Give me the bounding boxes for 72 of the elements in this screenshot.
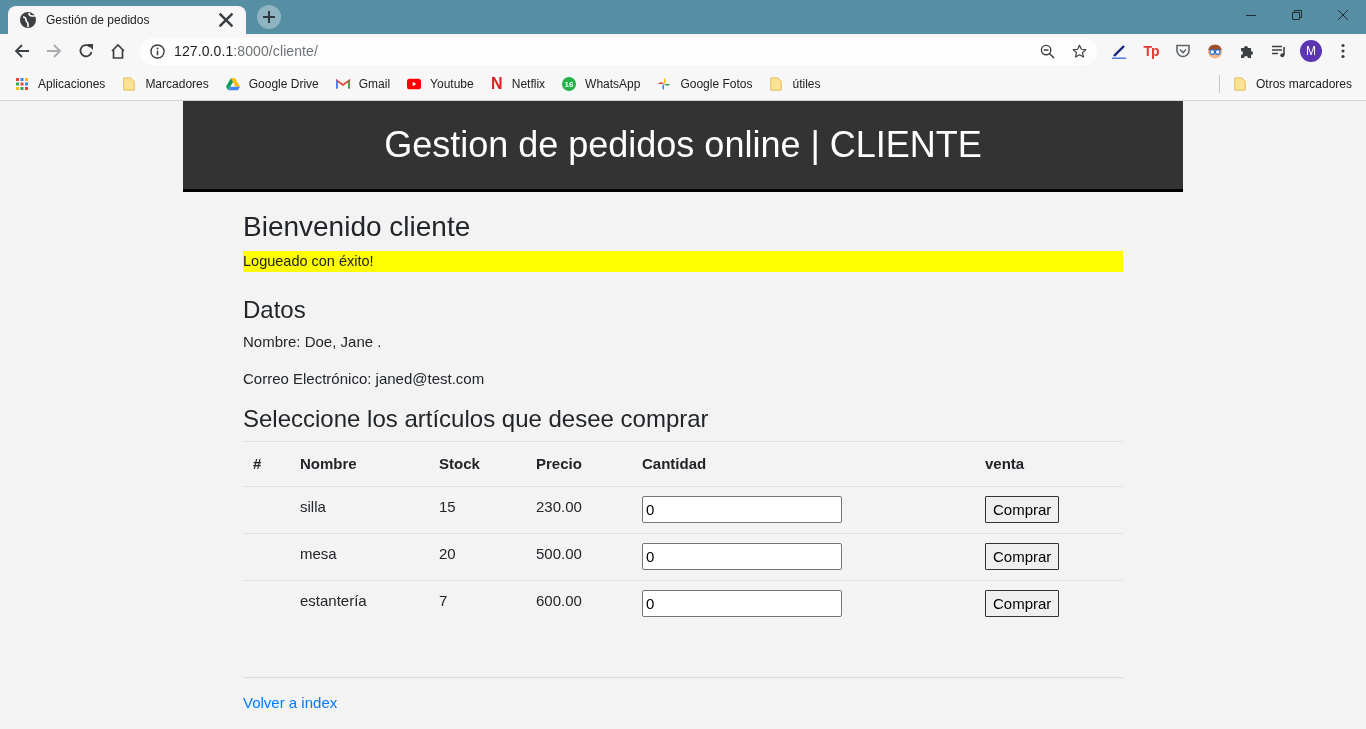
- column-header: Nombre: [290, 441, 429, 487]
- url-text[interactable]: 127.0.0.1:8000/cliente/: [174, 43, 318, 59]
- music-list-icon[interactable]: [1271, 43, 1287, 59]
- column-header: Stock: [429, 441, 526, 487]
- address-bar[interactable]: 127.0.0.1:8000/cliente/: [140, 37, 1097, 65]
- profile-button[interactable]: M: [1300, 40, 1322, 62]
- pocket-icon[interactable]: [1175, 43, 1191, 59]
- pen-icon[interactable]: [1111, 43, 1127, 59]
- back-link[interactable]: Volver a index: [243, 693, 338, 713]
- bookmark-item[interactable]: Otros marcadores: [1232, 77, 1352, 91]
- home-icon[interactable]: [110, 43, 126, 59]
- play-button-icon: [407, 77, 422, 91]
- minimize-icon[interactable]: [1246, 14, 1256, 16]
- success-alert: Logueado con éxito!: [243, 251, 1123, 272]
- bookmark-item[interactable]: Youtube: [407, 77, 474, 91]
- table-cell: 600.00: [526, 580, 632, 627]
- table-cell: 230.00: [526, 486, 632, 534]
- column-header: Precio: [526, 441, 632, 487]
- globe-icon: [20, 12, 36, 28]
- bookmark-item[interactable]: Aplicaciones: [15, 77, 106, 91]
- bookmark-item[interactable]: Google Fotos: [657, 77, 753, 91]
- back-arrow-icon[interactable]: [14, 43, 30, 59]
- menu-icon[interactable]: [1341, 43, 1345, 59]
- zoom-out-icon[interactable]: [1040, 43, 1055, 59]
- pinwheel-icon: [657, 77, 672, 91]
- browser-tab[interactable]: Gestión de pedidos: [8, 6, 246, 34]
- detail-text: Nombre: Doe, Jane .: [243, 332, 383, 352]
- column-header: Cantidad: [632, 441, 975, 487]
- glasses-face-icon[interactable]: [1207, 43, 1223, 59]
- table-cell: mesa: [290, 533, 429, 581]
- section-heading: Datos: [243, 295, 307, 324]
- bookmark-item[interactable]: N Netflix: [490, 76, 546, 92]
- table-cell: 15: [429, 486, 526, 534]
- bookmark-item[interactable]: 16 WhatsApp: [562, 77, 641, 91]
- star-icon[interactable]: [1072, 43, 1087, 59]
- welcome-heading: Bienvenido cliente: [243, 210, 472, 244]
- column-header: venta: [975, 441, 1123, 487]
- table-cell: silla: [290, 486, 429, 534]
- table-cell: estantería: [290, 580, 429, 627]
- puzzle-icon[interactable]: [1239, 43, 1255, 59]
- app-grid-icon: [15, 77, 29, 91]
- table-cell: 500.00: [526, 533, 632, 581]
- quantity-input[interactable]: 0: [642, 543, 842, 570]
- quantity-input[interactable]: 0: [642, 590, 842, 617]
- buy-button[interactable]: Comprar: [985, 543, 1060, 570]
- table-cell: 20: [429, 533, 526, 581]
- folder-icon: [122, 77, 137, 91]
- table-cell: 7: [429, 580, 526, 627]
- bookmark-item[interactable]: Marcadores: [122, 77, 209, 91]
- quantity-input[interactable]: 0: [642, 496, 842, 523]
- letter-logo: N: [490, 76, 503, 92]
- extension-logo[interactable]: Tp: [1143, 43, 1159, 59]
- detail-text: Correo Electrónico: janed@test.com: [243, 369, 486, 389]
- bookmark-item[interactable]: Google Drive: [225, 77, 319, 91]
- section-heading: Seleccione los artículos que desee comprar: [243, 404, 710, 433]
- triangle-logo-icon: [225, 77, 240, 91]
- plus-icon[interactable]: [257, 5, 281, 29]
- info-icon[interactable]: [150, 43, 165, 59]
- close-icon[interactable]: [218, 12, 234, 28]
- buy-button[interactable]: Comprar: [985, 590, 1060, 617]
- close-icon[interactable]: [1338, 10, 1348, 20]
- restore-icon[interactable]: [1292, 10, 1302, 20]
- count-badge: 16: [562, 77, 577, 91]
- header-title: Gestion de pedidos online | CLIENTE: [384, 124, 982, 166]
- reload-icon[interactable]: [78, 43, 94, 59]
- buy-button[interactable]: Comprar: [985, 496, 1060, 523]
- envelope-icon: [335, 77, 350, 91]
- folder-icon: [769, 77, 784, 91]
- folder-icon: [1232, 77, 1247, 91]
- column-header: #: [243, 441, 290, 487]
- bookmark-item[interactable]: útiles: [769, 77, 821, 91]
- bookmark-item[interactable]: Gmail: [335, 77, 391, 91]
